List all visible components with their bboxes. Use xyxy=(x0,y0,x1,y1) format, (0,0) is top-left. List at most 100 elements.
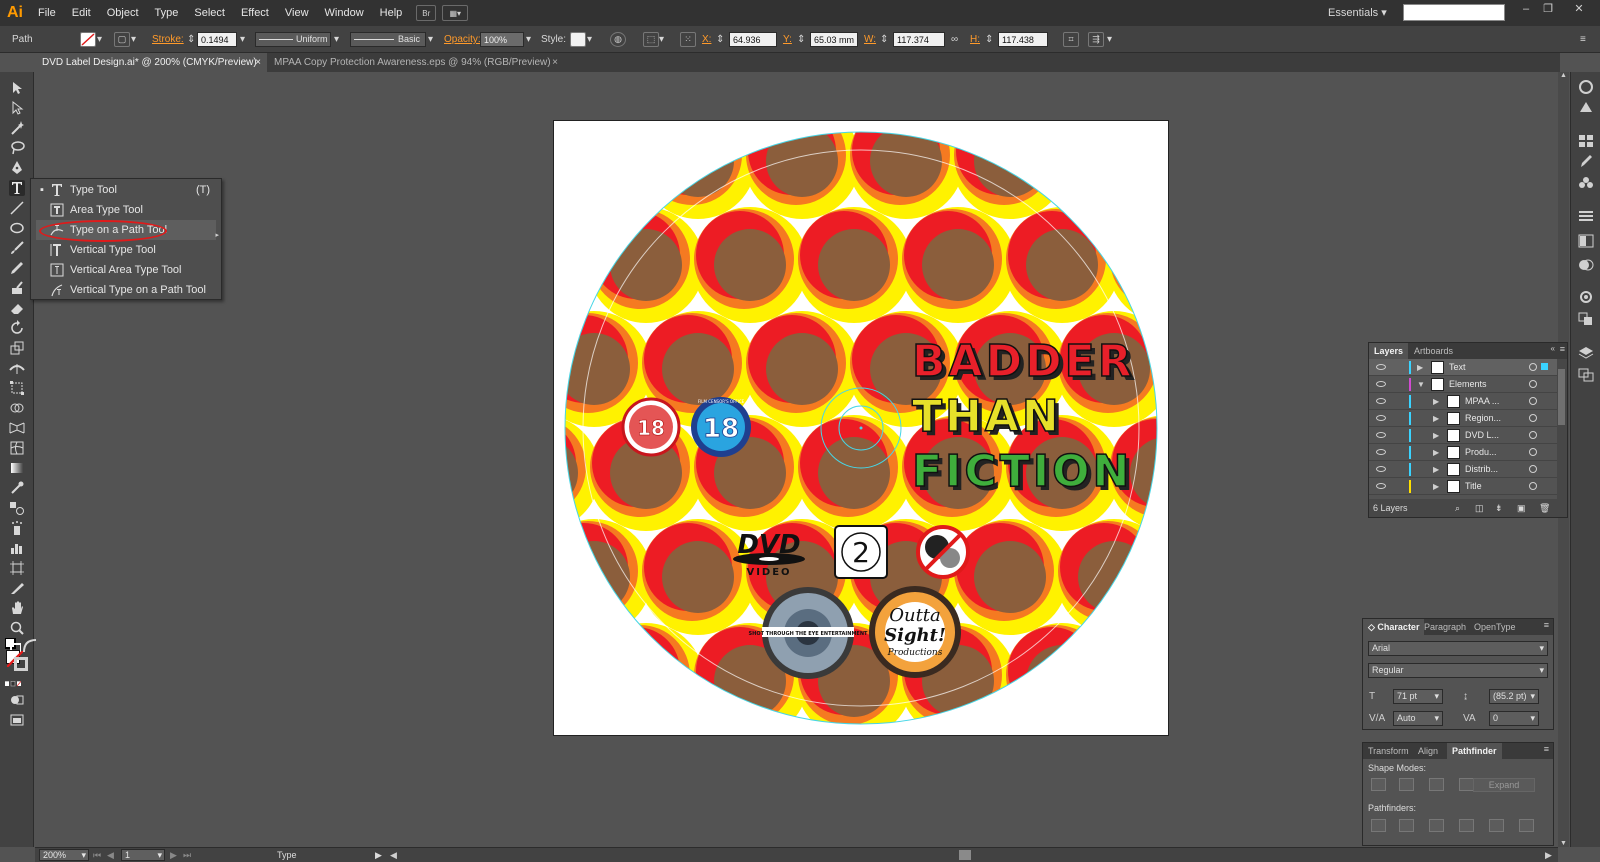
perspective-grid-tool-icon[interactable] xyxy=(9,420,25,436)
type-tool-option[interactable]: ▪ Type Tool (T) xyxy=(36,180,216,200)
menu-type[interactable]: Type xyxy=(147,0,187,26)
target-icon[interactable] xyxy=(1529,448,1537,456)
paintbrush-tool-icon[interactable] xyxy=(9,240,25,256)
default-fill-stroke-icon[interactable] xyxy=(4,637,22,655)
tab-transform[interactable]: Transform xyxy=(1363,743,1414,759)
fill-dropdown-icon[interactable]: ▾ xyxy=(97,31,102,48)
recolor-artwork-icon[interactable]: ◍ xyxy=(610,32,626,47)
expand-triangle-icon[interactable]: ▶ xyxy=(1433,427,1439,444)
mesh-tool-icon[interactable] xyxy=(9,440,25,456)
pen-tool-icon[interactable] xyxy=(9,160,25,176)
w-field[interactable]: 117.374 mm xyxy=(893,32,945,60)
layer-row[interactable]: ▶ Distrib... xyxy=(1369,461,1557,478)
merge-button[interactable] xyxy=(1429,819,1444,832)
outline-button[interactable] xyxy=(1489,819,1504,832)
control-panel-menu-icon[interactable]: ≡ xyxy=(1580,31,1586,48)
type-on-a-path-tool-option[interactable]: Type on a Path Tool xyxy=(36,220,216,240)
tab-opentype[interactable]: OpenType xyxy=(1469,619,1521,635)
swatches-icon[interactable] xyxy=(1578,134,1594,148)
pencil-tool-icon[interactable] xyxy=(9,260,25,276)
artboard-number-field[interactable]: 1 ▾ xyxy=(121,849,165,861)
zoom-tool-icon[interactable] xyxy=(9,620,25,636)
hand-tool-icon[interactable] xyxy=(9,600,25,616)
reference-point-icon[interactable]: ⁙ xyxy=(680,32,696,47)
menu-effect[interactable]: Effect xyxy=(233,0,277,26)
crop-button[interactable] xyxy=(1459,819,1474,832)
column-graph-tool-icon[interactable] xyxy=(9,540,25,556)
status-menu-arrow-icon[interactable]: ▶ xyxy=(375,848,382,862)
brush-definition[interactable]: Basic xyxy=(350,32,426,47)
direct-selection-tool-icon[interactable] xyxy=(9,100,25,116)
artboard[interactable]: BADDER BADDER THAN THAN FICTION FICTION … xyxy=(553,120,1169,736)
tab-pathfinder[interactable]: Pathfinder xyxy=(1447,743,1502,759)
font-size-field[interactable]: 71 pt ▾ xyxy=(1393,689,1443,704)
minus-back-button[interactable] xyxy=(1519,819,1534,832)
symbols-icon[interactable] xyxy=(1578,176,1594,190)
layers-scroll-thumb[interactable] xyxy=(1558,369,1565,425)
eyedropper-tool-icon[interactable] xyxy=(9,480,25,496)
tab-align[interactable]: Align xyxy=(1413,743,1443,759)
selection-tool-icon[interactable] xyxy=(9,80,25,96)
type-tool-icon[interactable] xyxy=(9,180,25,196)
transparency-icon[interactable] xyxy=(1578,258,1594,272)
target-icon[interactable] xyxy=(1529,465,1537,473)
opacity-field[interactable]: 100% xyxy=(480,32,524,47)
vertical-area-type-tool-option[interactable]: Vertical Area Type Tool xyxy=(36,260,216,280)
expand-triangle-icon[interactable]: ▶ xyxy=(1433,410,1439,427)
scroll-up-icon[interactable]: ▲ xyxy=(1560,72,1567,79)
color-panel-icon[interactable] xyxy=(1578,100,1594,114)
tab-layers[interactable]: Layers xyxy=(1369,343,1409,359)
y-stepper-icon[interactable]: ⇕ xyxy=(797,31,805,48)
h-label[interactable]: H: xyxy=(970,31,980,48)
scale-tool-icon[interactable] xyxy=(9,340,25,356)
target-icon[interactable] xyxy=(1529,397,1537,405)
horizontal-scroll-thumb[interactable] xyxy=(959,850,971,860)
tab-artboards[interactable]: Artboards xyxy=(1409,343,1458,359)
rotate-tool-icon[interactable] xyxy=(9,320,25,336)
arrange-documents-icon[interactable]: ▦▾ xyxy=(442,5,469,21)
bridge-button[interactable]: Br xyxy=(416,5,437,21)
font-style-dropdown[interactable]: Regular ▾ xyxy=(1368,663,1548,678)
stroke-swatch-icon[interactable] xyxy=(14,657,28,671)
visibility-eye-icon[interactable] xyxy=(1376,398,1386,404)
x-label[interactable]: X: xyxy=(702,31,711,48)
graphic-style-swatch[interactable] xyxy=(570,32,586,47)
layer-row[interactable]: ▶ MPAA ... xyxy=(1369,393,1557,410)
previous-artboard-icon[interactable]: ◀ xyxy=(107,848,114,862)
collapse-panel-icon[interactable]: « xyxy=(1551,344,1555,353)
visibility-eye-icon[interactable] xyxy=(1376,466,1386,472)
area-type-tool-option[interactable]: Area Type Tool xyxy=(36,200,216,220)
collapse-triangle-icon[interactable]: ▼ xyxy=(1417,376,1425,393)
stroke-stepper-icon[interactable]: ⇕ xyxy=(187,31,195,48)
magic-wand-tool-icon[interactable] xyxy=(9,120,25,136)
tab-mpaa-copy-protection[interactable]: MPAA Copy Protection Awareness.eps @ 94%… xyxy=(267,53,564,72)
vertical-type-on-a-path-tool-option[interactable]: Vertical Type on a Path Tool xyxy=(36,280,216,300)
eraser-tool-icon[interactable] xyxy=(9,300,25,316)
kerning-field[interactable]: Auto ▾ xyxy=(1393,711,1443,726)
expand-triangle-icon[interactable]: ▶ xyxy=(1433,461,1439,478)
w-label[interactable]: W: xyxy=(864,31,876,48)
font-family-dropdown[interactable]: Arial ▾ xyxy=(1368,641,1548,656)
close-tab-icon[interactable]: × xyxy=(552,53,558,72)
target-icon[interactable] xyxy=(1529,363,1537,371)
visibility-eye-icon[interactable] xyxy=(1376,483,1386,489)
trim-button[interactable] xyxy=(1399,819,1414,832)
tab-paragraph[interactable]: Paragraph xyxy=(1419,619,1471,635)
exclude-button[interactable] xyxy=(1459,778,1474,791)
close-icon[interactable]: ✕ xyxy=(1568,2,1590,16)
stroke-dropdown-icon[interactable]: ▾ xyxy=(131,31,136,48)
layer-row[interactable]: ▶ Region... xyxy=(1369,410,1557,427)
artboard-tool-icon[interactable] xyxy=(9,560,25,576)
opacity-label[interactable]: Opacity: xyxy=(444,31,481,48)
h-stepper-icon[interactable]: ⇕ xyxy=(985,31,993,48)
isolate-group-icon[interactable]: ⇶ xyxy=(1088,32,1104,47)
slice-tool-icon[interactable] xyxy=(9,580,25,596)
target-icon[interactable] xyxy=(1529,431,1537,439)
visibility-eye-icon[interactable] xyxy=(1376,364,1386,370)
visibility-eye-icon[interactable] xyxy=(1376,449,1386,455)
workspace-switcher[interactable]: Essentials ▾ xyxy=(1328,0,1387,26)
hscroll-right-icon[interactable]: ▶ xyxy=(1545,848,1552,862)
gradient-panel-icon[interactable] xyxy=(1578,234,1594,248)
align-to-icon[interactable]: ⬚ xyxy=(643,32,659,47)
pathfinder-panel-menu-icon[interactable]: ≡ xyxy=(1544,744,1549,754)
